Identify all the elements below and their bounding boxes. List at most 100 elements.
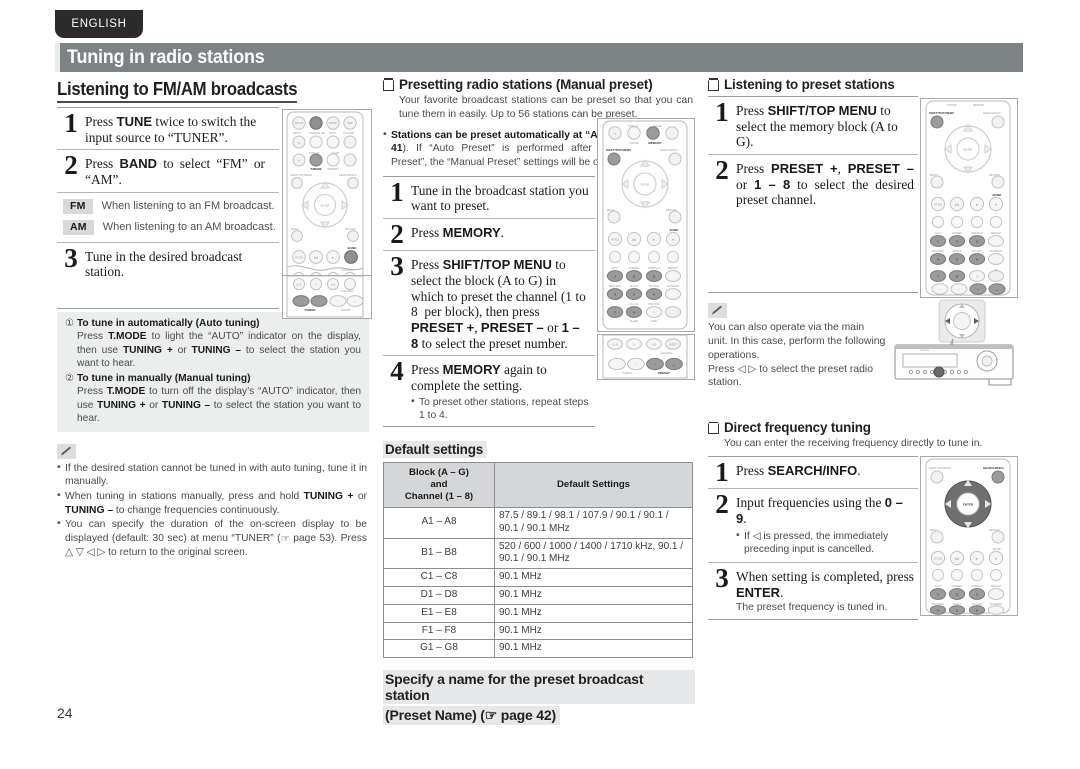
svg-text:BAND: BAND <box>348 246 357 250</box>
section-square-icon <box>708 423 719 435</box>
svg-text:P.BRIGHT: P.BRIGHT <box>971 231 983 235</box>
svg-text:AUTO: AUTO <box>934 584 941 588</box>
table-row: G1 – G8 90.1 MHz <box>383 639 693 659</box>
right-step-list-preset: 1 Press SHIFT/TOP MENU to select the mem… <box>708 96 918 294</box>
svg-text:MEMORY: MEMORY <box>648 141 661 145</box>
step-text: Input frequencies using the 0 – 9. <box>736 495 903 526</box>
svg-text:VOLUME: VOLUME <box>343 131 354 135</box>
svg-text:DYN.EQ: DYN.EQ <box>972 249 982 253</box>
direct-tuning-intro: You can enter the receiving frequency di… <box>724 438 983 450</box>
step-item: 4 Press MEMORY again to complete the set… <box>383 355 595 426</box>
right-column: Listening to preset stations 1 Press SHI… <box>708 77 1020 621</box>
cell-block: B1 – B8 <box>383 537 495 570</box>
svg-text:AUTO: AUTO <box>934 231 941 235</box>
svg-text:SEARCH/INFO: SEARCH/INFO <box>983 111 1001 115</box>
step-number: 1 <box>715 97 729 127</box>
svg-text:+10: +10 <box>331 282 336 286</box>
section-square-icon <box>383 80 394 91</box>
svg-text:M/DVD: M/DVD <box>329 121 337 125</box>
svg-text:INPUT: INPUT <box>669 342 677 346</box>
language-tab-label: ENGLISH <box>71 18 127 30</box>
main-unit-note: You can also operate via the main unit. … <box>708 299 1020 390</box>
middle-column: Presetting radio stations (Manual preset… <box>383 77 695 726</box>
svg-text:+10: +10 <box>652 342 657 346</box>
svg-text:ENTER: ENTER <box>641 182 650 186</box>
preset-name-heading: Specify a name for the preset broadcast … <box>383 670 695 726</box>
presetting-heading-label: Presetting radio stations (Manual preset… <box>399 77 653 92</box>
main-unit-illustration: marantz <box>893 299 1018 394</box>
table-row: A1 – A8 87.5 / 89.1 / 98.1 / 107.9 / 90.… <box>383 506 693 539</box>
pencil-icon <box>57 443 76 459</box>
svg-text:ENTER: ENTER <box>963 503 974 507</box>
svg-text:▼: ▼ <box>298 159 301 162</box>
cell-block: A1 – A8 <box>383 506 495 539</box>
table-header-block: Block (A – G) and Channel (1 – 8) <box>383 462 495 508</box>
svg-text:MUTE: MUTE <box>329 131 337 135</box>
step-text: Press TUNE twice to switch the input sou… <box>85 114 257 145</box>
fm-badge: FM <box>63 198 93 214</box>
step-number: 4 <box>390 356 404 387</box>
remote-illustration-preset-keys: CLR 0 +10 INPUT CHANNEL − + − + TUNING P… <box>597 333 695 385</box>
step2-note: If ◁ is pressed, the immediately precedi… <box>736 529 914 557</box>
svg-text:▼: ▼ <box>614 132 617 135</box>
step-number: 2 <box>64 150 78 181</box>
step-text: When setting is completed, press ENTER. <box>736 568 914 600</box>
svg-text:+: + <box>996 288 998 292</box>
main-unit-note-text: You can also operate via the main unit. … <box>708 322 886 389</box>
band-badge-row: FM When listening to an FM broadcast. <box>57 196 279 217</box>
band-badge-row: AM When listening to an AM broadcast. <box>57 217 279 238</box>
svg-text:MULTI/EQ: MULTI/EQ <box>609 284 621 288</box>
remote-illustration-tuning: CLR 0 +10 CHANNEL − + − + TUNING PRESET <box>282 275 372 324</box>
step-item: 3 Tune in the desired broadcast station. <box>57 241 279 308</box>
table-header-settings: Default Settings <box>494 462 693 508</box>
svg-text:TUNE: TUNE <box>312 121 319 125</box>
note-bullet: When tuning in stations manually, press … <box>57 489 367 517</box>
svg-text:SHIFT/TOP MENU: SHIFT/TOP MENU <box>606 148 631 152</box>
svg-text:PRE.VOL: PRE.VOL <box>648 302 660 306</box>
svg-text:SHIFT/TOP MENU: SHIFT/TOP MENU <box>929 111 954 115</box>
step-number: 3 <box>715 562 729 593</box>
svg-text:T.MODE: T.MODE <box>947 103 957 107</box>
svg-text:CLR: CLR <box>296 282 301 286</box>
left-step-list: 1 Press TUNE twice to switch the input s… <box>57 107 279 310</box>
step-item: 1 Tune in the broadcast station you want… <box>383 177 595 218</box>
left-heading: Listening to FM/AM broadcasts <box>57 79 298 103</box>
table-row: C1 – C8 90.1 MHz <box>383 568 693 587</box>
svg-text:RANDOM: RANDOM <box>667 284 679 288</box>
step-text: Press BAND to select “FM” or “AM”. <box>85 156 265 188</box>
svg-text:M.MAX: M.MAX <box>630 284 639 288</box>
cell-block: F1 – F8 <box>383 621 495 641</box>
step-item: 1 Press SHIFT/TOP MENU to select the mem… <box>708 97 918 154</box>
fm-badge-label: When listening to an FM broadcast. <box>101 200 275 213</box>
cell-setting: 90.1 MHz <box>494 568 693 587</box>
svg-text:SETUP: SETUP <box>295 121 304 125</box>
svg-text:AUTO: AUTO <box>611 266 618 270</box>
svg-text:TUNING: TUNING <box>622 371 632 375</box>
cell-setting: 90.1 MHz <box>494 639 693 659</box>
cell-setting: 90.1 MHz <box>494 603 693 623</box>
svg-text:REPEAT: REPEAT <box>668 266 679 270</box>
auto-tuning-title: To tune in automatically (Auto tuning) <box>76 318 260 330</box>
presetting-heading: Presetting radio stations (Manual preset… <box>383 77 695 92</box>
step-text: Press MEMORY again to complete the setti… <box>411 362 547 393</box>
svg-text:M.MAX: M.MAX <box>953 249 962 253</box>
step-item: 1 Press SEARCH/INFO. <box>708 457 918 488</box>
am-badge: AM <box>63 219 94 235</box>
preset-name-line2: (Preset Name) (☞ page 42) <box>383 706 560 726</box>
step-text: Tune in the broadcast station you want t… <box>411 182 589 214</box>
svg-text:TV: TV <box>994 268 998 272</box>
auto-tuning-body: Press T.MODE to light the “AUTO” indicat… <box>77 331 361 370</box>
svg-text:INPUT: INPUT <box>293 131 301 135</box>
section-square-icon <box>708 80 719 91</box>
svg-text:AMP: AMP <box>347 121 353 125</box>
am-badge-label: When listening to an AM broadcast. <box>102 221 276 234</box>
remote-illustration-preset: T.MODE MEMORY SHIFT/TOP MENU SEARCH/INFO… <box>920 98 1018 303</box>
svg-text:PRESET: PRESET <box>658 371 670 375</box>
step-text: Press SHIFT/TOP MENU to select the block… <box>411 257 586 351</box>
svg-text:STEREO: STEREO <box>629 266 640 270</box>
table-row: E1 – E8 90.1 MHz <box>383 603 693 623</box>
direct-tuning-heading-label: Direct frequency tuning <box>724 420 871 436</box>
svg-text:CHANNEL: CHANNEL <box>341 268 354 272</box>
left-note-bullets: If the desired station cannot be tuned i… <box>57 461 367 560</box>
step-number: 2 <box>715 489 729 520</box>
